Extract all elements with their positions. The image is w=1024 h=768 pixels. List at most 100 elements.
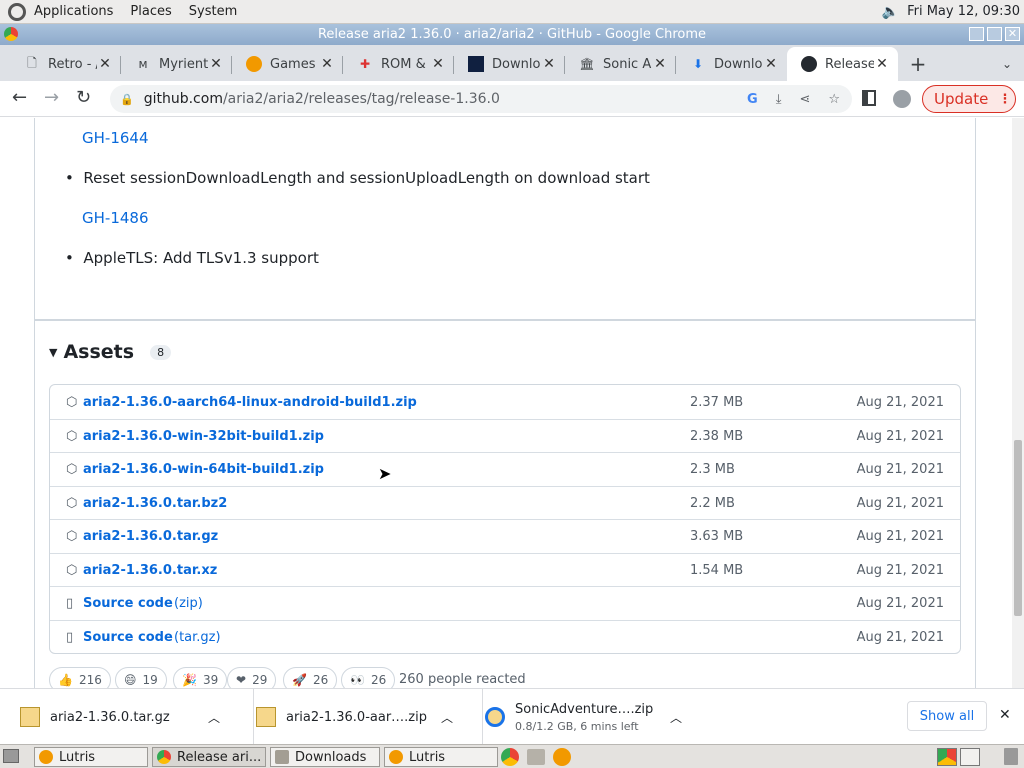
- asset-download-link[interactable]: aria2-1.36.0-win-64bit-build1.zip: [83, 462, 324, 477]
- tab-search-chevron-icon[interactable]: ⌄: [990, 47, 1024, 81]
- profile-avatar-icon[interactable]: [893, 90, 911, 108]
- asset-download-link[interactable]: Source code: [83, 630, 173, 645]
- asset-download-link[interactable]: aria2-1.36.0.tar.gz: [83, 529, 218, 544]
- reaction-button[interactable]: 🎉 39: [173, 667, 228, 688]
- tab-games[interactable]: Games ✕: [232, 47, 343, 81]
- bookmark-star-icon[interactable]: ☆: [828, 92, 840, 107]
- trash-icon[interactable]: [1004, 748, 1018, 765]
- share-icon[interactable]: ⋖: [799, 92, 810, 107]
- reaction-button[interactable]: 👀 26: [341, 667, 396, 688]
- address-bar[interactable]: 🔒 github.com/aria2/aria2/releases/tag/re…: [110, 85, 852, 113]
- asset-suffix: (zip): [174, 596, 203, 611]
- close-tab-icon[interactable]: ✕: [874, 56, 890, 72]
- minimize-button[interactable]: [969, 27, 984, 41]
- tab-download-1[interactable]: Downloa✕: [454, 47, 565, 81]
- tab-sonic[interactable]: 🏛 Sonic A ✕: [565, 47, 676, 81]
- asset-download-link[interactable]: aria2-1.36.0-aarch64-linux-android-build…: [83, 395, 417, 410]
- asset-size: 2.37 MB: [690, 394, 744, 410]
- tab-myrient[interactable]: ᴍ Myrient ✕: [121, 47, 232, 81]
- update-button[interactable]: Update ⋮: [922, 85, 1016, 113]
- asset-size: 2.38 MB: [690, 428, 744, 444]
- back-icon[interactable]: ←: [12, 87, 27, 108]
- asset-download-link[interactable]: aria2-1.36.0.tar.xz: [83, 563, 217, 578]
- reaction-button[interactable]: 😄 19: [115, 667, 167, 688]
- assets-section: ▼ Assets 8 ⬡ aria2-1.36.0-aarch64-linux-a…: [34, 320, 976, 688]
- release-note-item: • AppleTLS: Add TLSv1.3 support: [65, 249, 319, 267]
- asset-size: 2.2 MB: [690, 495, 735, 511]
- close-tab-icon[interactable]: ✕: [763, 56, 779, 72]
- chevron-up-icon[interactable]: ︿: [441, 709, 453, 726]
- download-item-in-progress[interactable]: SonicAdventure….zip 0.8/1.2 GB, 6 mins l…: [482, 689, 702, 745]
- side-panel-icon[interactable]: [862, 90, 876, 106]
- tab-download-2[interactable]: ⬇Downloa✕: [676, 47, 787, 81]
- close-window-button[interactable]: ✕: [1005, 27, 1020, 41]
- close-tab-icon[interactable]: ✕: [97, 56, 113, 72]
- issue-link-gh-1486[interactable]: GH-1486: [82, 209, 149, 227]
- reaction-count: 216: [78, 673, 102, 687]
- more-menu-icon: ⋮: [998, 91, 1012, 107]
- google-lens-icon[interactable]: G: [747, 92, 758, 107]
- page-scrollbar[interactable]: [1012, 118, 1024, 688]
- download-item[interactable]: aria2-1.36.0-aar….zip ︿: [253, 689, 469, 745]
- taskbar-item-downloads[interactable]: Downloads: [270, 747, 380, 767]
- taskbar-item-lutris-2[interactable]: Lutris: [384, 747, 498, 767]
- close-tab-icon[interactable]: ✕: [430, 56, 446, 72]
- asset-download-link[interactable]: aria2-1.36.0.tar.bz2: [83, 496, 227, 511]
- reload-icon[interactable]: ↻: [76, 87, 91, 108]
- close-tab-icon[interactable]: ✕: [652, 56, 668, 72]
- volume-icon[interactable]: 🔈: [882, 4, 899, 20]
- show-all-downloads-button[interactable]: Show all: [907, 701, 987, 731]
- url-path: /aria2/aria2/releases/tag/release-1.36.0: [222, 91, 500, 107]
- file-manager-launcher-icon[interactable]: [527, 749, 545, 765]
- close-tab-icon[interactable]: ✕: [541, 56, 557, 72]
- reaction-button[interactable]: ❤ 29: [227, 667, 277, 688]
- menu-places[interactable]: Places: [130, 4, 171, 19]
- distro-logo-icon[interactable]: [8, 2, 26, 21]
- tab-retro[interactable]: 🗋 Retro - / ✕: [10, 47, 121, 81]
- reaction-button[interactable]: 👍 216: [49, 667, 111, 688]
- chevron-up-icon[interactable]: ︿: [208, 709, 220, 726]
- chrome-app-icon: [4, 27, 18, 41]
- taskbar-item-lutris[interactable]: Lutris: [34, 747, 148, 767]
- install-icon[interactable]: ⤓: [776, 92, 782, 107]
- taskbar-item-chrome[interactable]: Release ari...: [152, 747, 266, 767]
- menu-applications[interactable]: Applications: [34, 4, 113, 19]
- chevron-up-icon[interactable]: ︿: [670, 709, 682, 726]
- reaction-emoji-icon: ❤: [236, 673, 247, 687]
- download-item[interactable]: aria2-1.36.0.tar.gz ︿: [20, 689, 236, 745]
- tab-release[interactable]: Release ✕: [787, 47, 898, 81]
- show-desktop-icon[interactable]: [3, 749, 19, 763]
- tab-rom[interactable]: ✚ ROM & ✕: [343, 47, 454, 81]
- download-arrow-icon: ⬇: [692, 57, 704, 71]
- reaction-emoji-icon: 👀: [350, 673, 365, 687]
- close-download-shelf-icon[interactable]: ✕: [999, 707, 1011, 723]
- asset-download-link[interactable]: Source code: [83, 596, 173, 611]
- workspace-switcher[interactable]: [960, 748, 980, 766]
- maximize-button[interactable]: [987, 27, 1002, 41]
- asset-date: Aug 21, 2021: [856, 495, 944, 511]
- asset-row: ⬡ aria2-1.36.0-aarch64-linux-android-buil…: [50, 385, 960, 419]
- workspace-chrome-icon[interactable]: [937, 748, 957, 766]
- reaction-count: 29: [252, 673, 268, 687]
- lutris-launcher-icon[interactable]: [553, 748, 571, 766]
- clock[interactable]: Fri May 12, 09:30: [907, 4, 1020, 19]
- chrome-icon: [157, 750, 171, 764]
- issue-link-gh-1644[interactable]: GH-1644: [82, 129, 149, 147]
- new-tab-button[interactable]: +: [898, 47, 938, 81]
- close-tab-icon[interactable]: ✕: [319, 56, 335, 72]
- download-progress-icon: [485, 707, 505, 727]
- reaction-button[interactable]: 🚀 26: [283, 667, 338, 688]
- menu-system[interactable]: System: [189, 4, 237, 19]
- caret-down-icon: ▼: [49, 345, 58, 359]
- archive-file-icon: [256, 707, 276, 727]
- assets-toggle[interactable]: ▼ Assets 8: [49, 341, 172, 363]
- lutris-icon: [389, 750, 403, 764]
- lutris-icon: [39, 750, 53, 764]
- package-icon: ⬡: [66, 428, 78, 444]
- chrome-launcher-icon[interactable]: [501, 748, 519, 766]
- lock-icon[interactable]: 🔒: [120, 93, 134, 106]
- asset-row: ⬡ aria2-1.36.0-win-64bit-build1.zip 2.3 MB…: [50, 452, 960, 486]
- forward-icon[interactable]: →: [44, 87, 59, 108]
- asset-download-link[interactable]: aria2-1.36.0-win-32bit-build1.zip: [83, 429, 324, 444]
- close-tab-icon[interactable]: ✕: [208, 56, 224, 72]
